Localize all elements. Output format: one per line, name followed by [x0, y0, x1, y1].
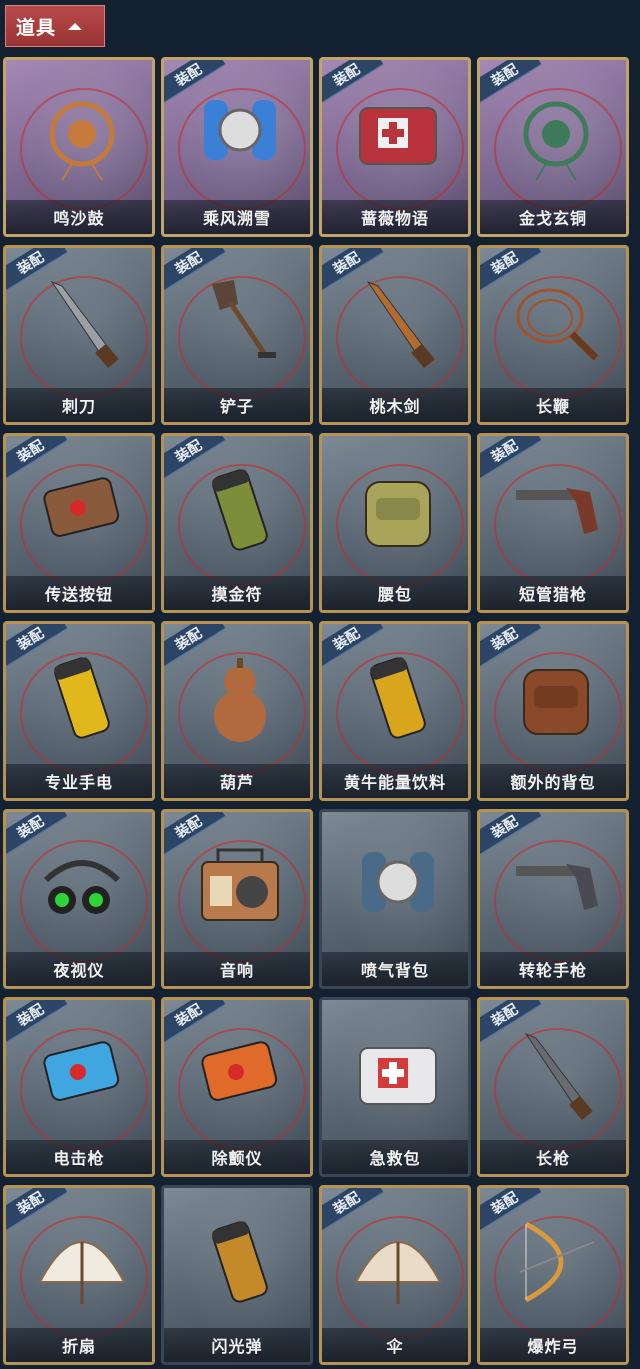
radio-icon — [201, 848, 279, 921]
night-vision-icon — [43, 860, 121, 914]
category-toggle-button[interactable]: 道具 — [5, 5, 105, 47]
item-name: 短管猎枪 — [480, 576, 626, 610]
umbrella-icon — [354, 1241, 442, 1304]
item-name: 伞 — [322, 1328, 468, 1362]
item-name: 额外的背包 — [480, 764, 626, 798]
item-name: 铲子 — [164, 388, 310, 422]
item-card[interactable]: 装配 夜视仪 — [3, 809, 155, 989]
item-card[interactable]: 装配 黄牛能量饮料 — [319, 621, 471, 801]
item-name: 腰包 — [322, 576, 468, 610]
item-card[interactable]: 装配 葫芦 — [161, 621, 313, 801]
gourd-icon — [214, 658, 266, 742]
item-name: 葫芦 — [164, 764, 310, 798]
item-card[interactable]: 腰包 — [319, 433, 471, 613]
item-card[interactable]: 装配伞 — [319, 1185, 471, 1365]
item-name: 闪光弹 — [164, 1328, 310, 1362]
wooden-sword-icon — [366, 280, 435, 369]
item-grid: 鸣沙鼓 装配 乘风溯雪 装配 蔷薇物语 装配 金戈玄铜 装配 刺刀 装配 铲子 装配 桃木剑 装配 长鞭 装配… — [3, 57, 629, 1365]
item-card[interactable]: 装配 短管猎枪 — [477, 433, 629, 613]
item-card[interactable]: 闪光弹 — [161, 1185, 313, 1365]
item-card[interactable]: 装配 专业手电 — [3, 621, 155, 801]
item-name: 音响 — [164, 952, 310, 986]
flashbang-icon — [212, 1221, 268, 1303]
item-name: 夜视仪 — [6, 952, 152, 986]
whip-icon — [516, 288, 599, 361]
chevron-up-icon — [68, 23, 83, 30]
item-card[interactable]: 装配 额外的背包 — [477, 621, 629, 801]
revolver-icon — [516, 864, 598, 910]
item-name: 蔷薇物语 — [322, 200, 468, 234]
item-card[interactable]: 喷气背包 — [319, 809, 471, 989]
item-name: 长枪 — [480, 1140, 626, 1174]
item-name: 刺刀 — [6, 388, 152, 422]
item-name: 桃木剑 — [322, 388, 468, 422]
item-card[interactable]: 装配 折扇 — [3, 1185, 155, 1365]
item-name: 传送按钮 — [6, 576, 152, 610]
jetpack-icon — [362, 852, 434, 912]
item-card[interactable]: 装配 铲子 — [161, 245, 313, 425]
item-name: 转轮手枪 — [480, 952, 626, 986]
item-card[interactable]: 装配 刺刀 — [3, 245, 155, 425]
item-card[interactable]: 装配 蔷薇物语 — [319, 57, 471, 237]
snow-lantern-icon — [204, 100, 276, 160]
item-card[interactable]: 装配 金戈玄铜 — [477, 57, 629, 237]
item-card[interactable]: 装配 传送按钮 — [3, 433, 155, 613]
first-aid-kit-icon — [359, 1047, 437, 1105]
charm-icon — [212, 469, 268, 551]
shovel-icon — [212, 280, 276, 358]
item-card[interactable]: 装配 摸金符 — [161, 433, 313, 613]
waist-bag-icon — [365, 481, 431, 547]
item-card[interactable]: 装配 音响 — [161, 809, 313, 989]
item-name: 喷气背包 — [322, 952, 468, 986]
backpack-icon — [523, 669, 589, 735]
item-card[interactable]: 装配 乘风溯雪 — [161, 57, 313, 237]
category-label: 道具 — [16, 16, 57, 39]
item-card[interactable]: 装配 转轮手枪 — [477, 809, 629, 989]
item-name: 爆炸弓 — [480, 1328, 626, 1362]
item-card[interactable]: 装配 爆炸弓 — [477, 1185, 629, 1365]
shotgun-icon — [516, 488, 598, 534]
folding-fan-icon — [38, 1241, 126, 1304]
bow-icon — [519, 1221, 595, 1303]
item-card[interactable]: 装配 长枪 — [477, 997, 629, 1177]
item-card[interactable]: 装配 除颤仪 — [161, 997, 313, 1177]
rose-box-icon — [359, 107, 437, 165]
item-name: 金戈玄铜 — [480, 200, 626, 234]
bronze-grenade-icon — [523, 101, 589, 181]
item-name: 除颤仪 — [164, 1140, 310, 1174]
item-name: 急救包 — [322, 1140, 468, 1174]
item-name: 折扇 — [6, 1328, 152, 1362]
dreamcatcher-drum-icon — [49, 101, 115, 181]
defibrillator-icon — [201, 1041, 278, 1101]
item-card[interactable]: 装配 长鞭 — [477, 245, 629, 425]
item-name: 摸金符 — [164, 576, 310, 610]
bayonet-icon — [50, 280, 119, 369]
item-name: 长鞭 — [480, 388, 626, 422]
item-name: 黄牛能量饮料 — [322, 764, 468, 798]
item-card[interactable]: 鸣沙鼓 — [3, 57, 155, 237]
remote-button-icon — [43, 477, 120, 537]
energy-can-icon — [370, 657, 426, 739]
item-card[interactable]: 装配 电击枪 — [3, 997, 155, 1177]
item-name: 专业手电 — [6, 764, 152, 798]
item-name: 电击枪 — [6, 1140, 152, 1174]
flashlight-icon — [54, 657, 110, 739]
item-name: 乘风溯雪 — [164, 200, 310, 234]
item-card[interactable]: 急救包 — [319, 997, 471, 1177]
stun-gun-icon — [43, 1041, 120, 1101]
spear-icon — [524, 1032, 593, 1121]
item-name: 鸣沙鼓 — [6, 200, 152, 234]
item-card[interactable]: 装配 桃木剑 — [319, 245, 471, 425]
